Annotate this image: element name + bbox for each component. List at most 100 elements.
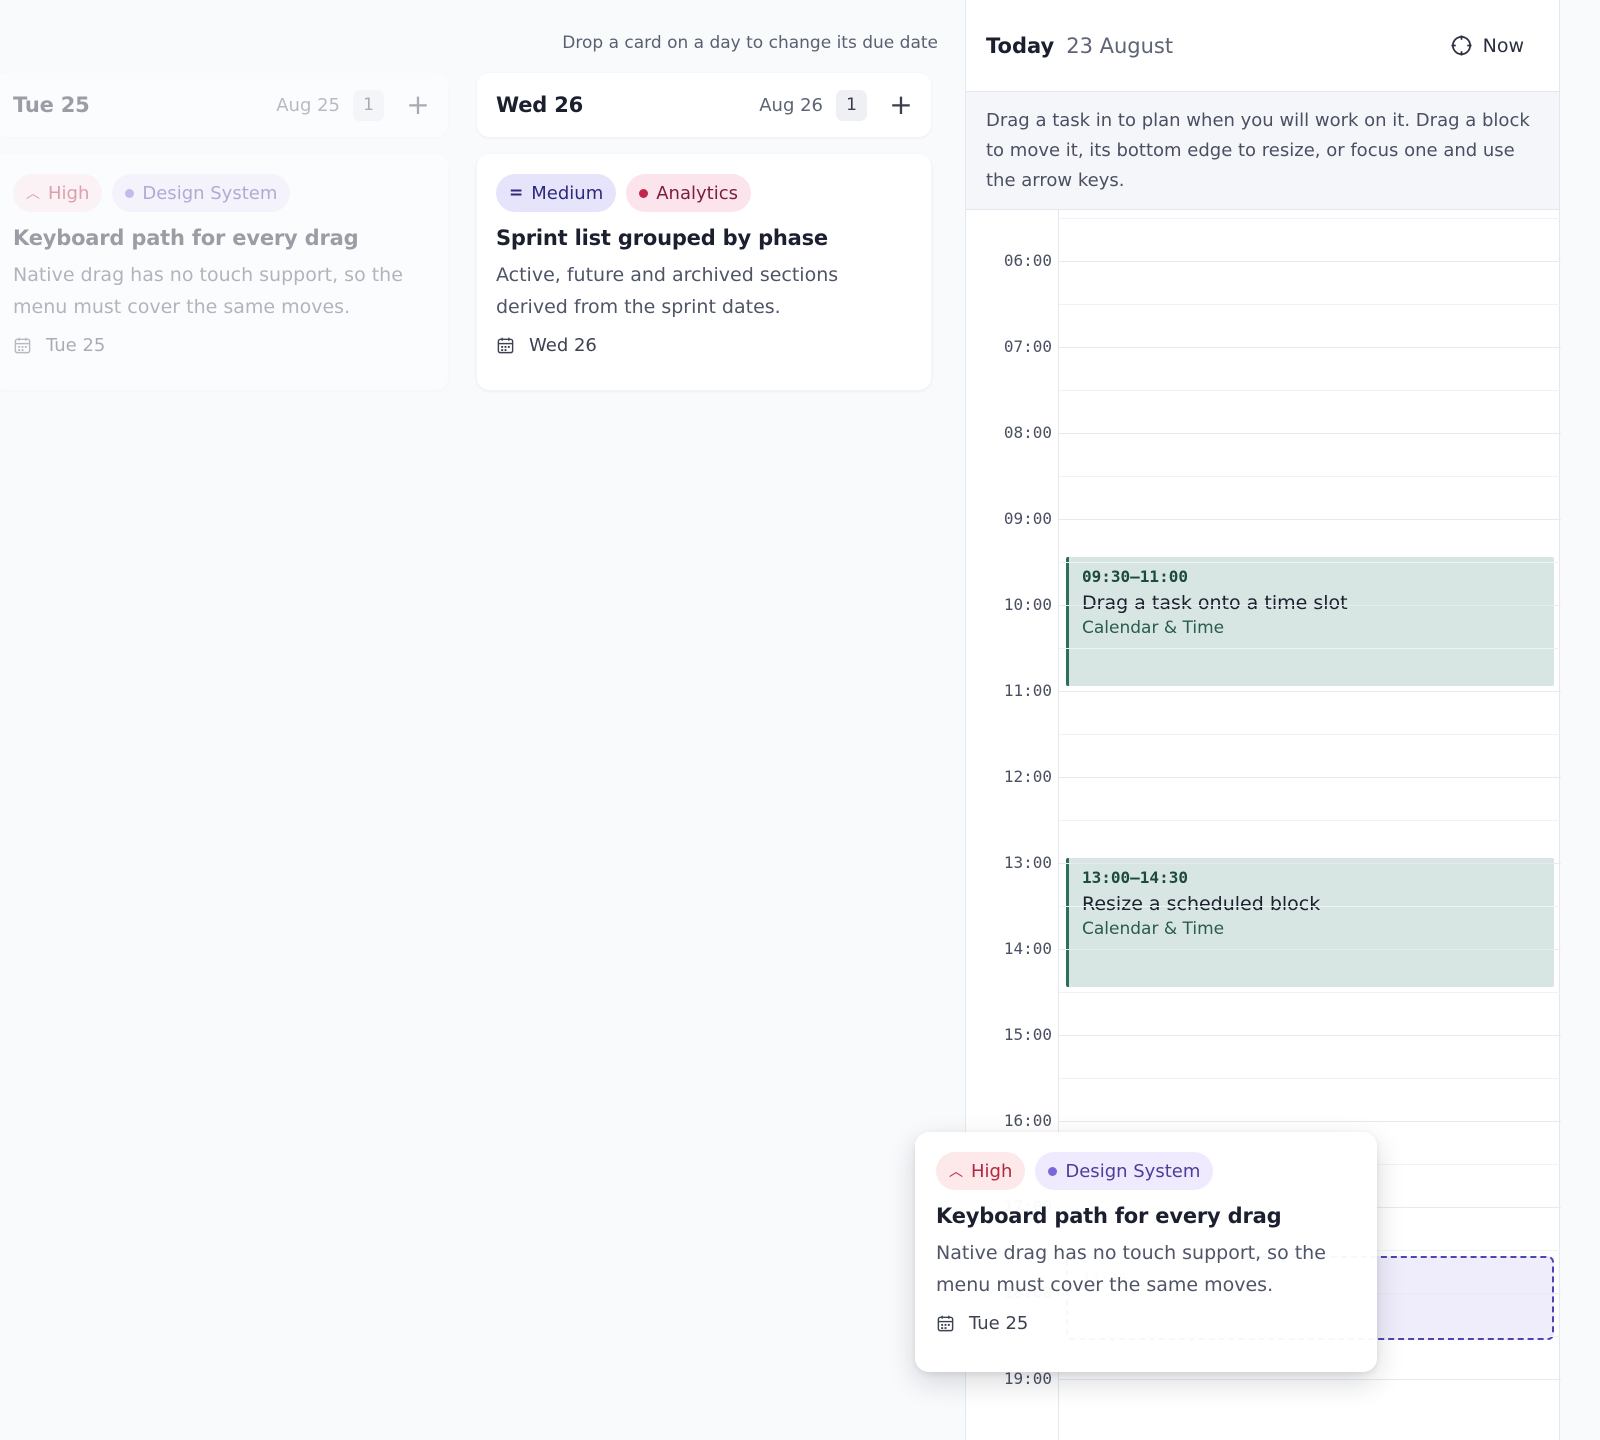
- block-title: Resize a scheduled block: [1082, 893, 1321, 915]
- half-hour-line: [1059, 734, 1561, 735]
- block-project: Calendar & Time: [1082, 618, 1225, 638]
- hour-label: 14:00: [1003, 939, 1052, 958]
- priority-label: High: [48, 182, 90, 204]
- hour-line: [1059, 1035, 1561, 1036]
- block-time: 09:30–11:00: [1082, 567, 1188, 586]
- column-header: Wed 26 Aug 26 1 +: [477, 73, 931, 137]
- card-description: Native drag has no touch support, so the…: [13, 264, 403, 318]
- half-hour-line: [1059, 820, 1561, 821]
- project-label: Analytics: [656, 182, 738, 204]
- column-tue-25[interactable]: Tue 25 Aug 25 1 + ︿ High Design System K…: [0, 73, 448, 390]
- hour-line: [1059, 777, 1561, 778]
- scheduled-block[interactable]: 09:30–11:00 Drag a task onto a time slot…: [1066, 557, 1554, 686]
- half-hour-line: [1059, 390, 1561, 391]
- hour-line: [1059, 691, 1561, 692]
- half-hour-line: [1059, 992, 1561, 993]
- calendar-icon: [14, 337, 31, 354]
- block-project: Calendar & Time: [1082, 919, 1225, 939]
- column-date: Aug 26: [759, 94, 823, 116]
- half-hour-line: [1059, 1078, 1561, 1079]
- project-label: Design System: [142, 182, 278, 204]
- card-tags: ︿ High Design System: [936, 1152, 1357, 1190]
- half-hour-line: [1059, 304, 1561, 305]
- column-count-badge: 1: [836, 89, 867, 121]
- project-tag: Design System: [1035, 1152, 1214, 1190]
- hour-line: [1059, 519, 1561, 520]
- hour-line: [1059, 347, 1561, 348]
- card-description: Native drag has no touch support, so the…: [936, 1242, 1326, 1296]
- half-hour-line: [1059, 476, 1561, 477]
- card-due-date: Tue 25: [936, 1313, 1357, 1334]
- priority-label: Medium: [531, 182, 604, 204]
- column-date: Aug 25: [276, 94, 340, 116]
- task-card[interactable]: ︿ High Design System Keyboard path for e…: [0, 154, 448, 390]
- calendar-help-text: Drag a task in to plan when you will wor…: [966, 92, 1559, 210]
- card-due-date: Tue 25: [13, 335, 429, 356]
- card-title: Keyboard path for every drag: [13, 226, 359, 250]
- half-hour-line: [1059, 648, 1561, 649]
- half-hour-line: [1059, 906, 1561, 907]
- crosshair-icon: [1451, 35, 1472, 56]
- hour-line: [1059, 863, 1561, 864]
- now-button[interactable]: Now: [1450, 34, 1524, 57]
- card-title: Keyboard path for every drag: [936, 1204, 1282, 1228]
- hour-label: 06:00: [1003, 251, 1052, 270]
- calendar-icon: [937, 1315, 954, 1332]
- half-hour-line: [1059, 218, 1561, 219]
- hour-label: 07:00: [1003, 337, 1052, 356]
- calendar-date: 23 August: [1066, 33, 1174, 58]
- hour-line: [1059, 949, 1561, 950]
- hour-label: 12:00: [1003, 767, 1052, 786]
- board-hint: Drop a card on a day to change its due d…: [562, 33, 938, 53]
- hour-label: 10:00: [1003, 595, 1052, 614]
- column-wed-26[interactable]: Wed 26 Aug 26 1 + = Medium Analytics Spr…: [477, 73, 931, 390]
- hour-label: 11:00: [1003, 681, 1052, 700]
- column-count-badge: 1: [353, 89, 384, 121]
- card-description: Active, future and archived sections der…: [496, 264, 839, 318]
- hour-line: [1059, 1121, 1561, 1122]
- card-due-date: Wed 26: [496, 335, 912, 356]
- calendar-header: Today 23 August Now: [966, 0, 1559, 92]
- chevron-up-icon: ︿: [949, 1164, 963, 1180]
- card-tags: = Medium Analytics: [496, 174, 912, 212]
- due-label: Wed 26: [529, 335, 597, 356]
- add-card-button[interactable]: +: [889, 91, 913, 119]
- project-dot-icon: [125, 188, 135, 198]
- due-label: Tue 25: [969, 1313, 1029, 1334]
- priority-badge: ︿ High: [936, 1152, 1026, 1190]
- equals-icon: =: [509, 183, 524, 203]
- block-time: 13:00–14:30: [1082, 868, 1188, 887]
- project-tag: Design System: [112, 174, 291, 212]
- project-dot-icon: [1048, 1166, 1058, 1176]
- hour-label: 15:00: [1003, 1025, 1052, 1044]
- today-label: Today: [986, 33, 1055, 58]
- half-hour-line: [1059, 562, 1561, 563]
- chevron-up-icon: ︿: [26, 186, 40, 202]
- project-dot-icon: [639, 188, 649, 198]
- due-label: Tue 25: [46, 335, 106, 356]
- column-title: Tue 25: [13, 93, 90, 117]
- hour-label: 08:00: [1003, 423, 1052, 442]
- column-header: Tue 25 Aug 25 1 +: [0, 73, 448, 137]
- card-title: Sprint list grouped by phase: [496, 226, 828, 250]
- calendar-icon: [497, 337, 514, 354]
- add-card-button[interactable]: +: [406, 91, 430, 119]
- task-card[interactable]: = Medium Analytics Sprint list grouped b…: [477, 154, 931, 390]
- card-tags: ︿ High Design System: [13, 174, 429, 212]
- hour-label: 16:00: [1003, 1111, 1052, 1130]
- priority-badge: ︿ High: [13, 174, 103, 212]
- now-label: Now: [1482, 34, 1524, 57]
- hour-line: [1059, 433, 1561, 434]
- hour-line: [1059, 1379, 1561, 1380]
- project-label: Design System: [1065, 1160, 1201, 1182]
- hour-label: 13:00: [1003, 853, 1052, 872]
- scheduled-block[interactable]: 13:00–14:30 Resize a scheduled block Cal…: [1066, 858, 1554, 987]
- column-title: Wed 26: [496, 93, 584, 117]
- board: Drop a card on a day to change its due d…: [0, 0, 965, 1440]
- dragged-task-card[interactable]: ︿ High Design System Keyboard path for e…: [915, 1132, 1377, 1372]
- hour-line: [1059, 605, 1561, 606]
- hour-line: [1059, 261, 1561, 262]
- project-tag: Analytics: [626, 174, 751, 212]
- hour-label: 09:00: [1003, 509, 1052, 528]
- priority-badge: = Medium: [496, 174, 617, 212]
